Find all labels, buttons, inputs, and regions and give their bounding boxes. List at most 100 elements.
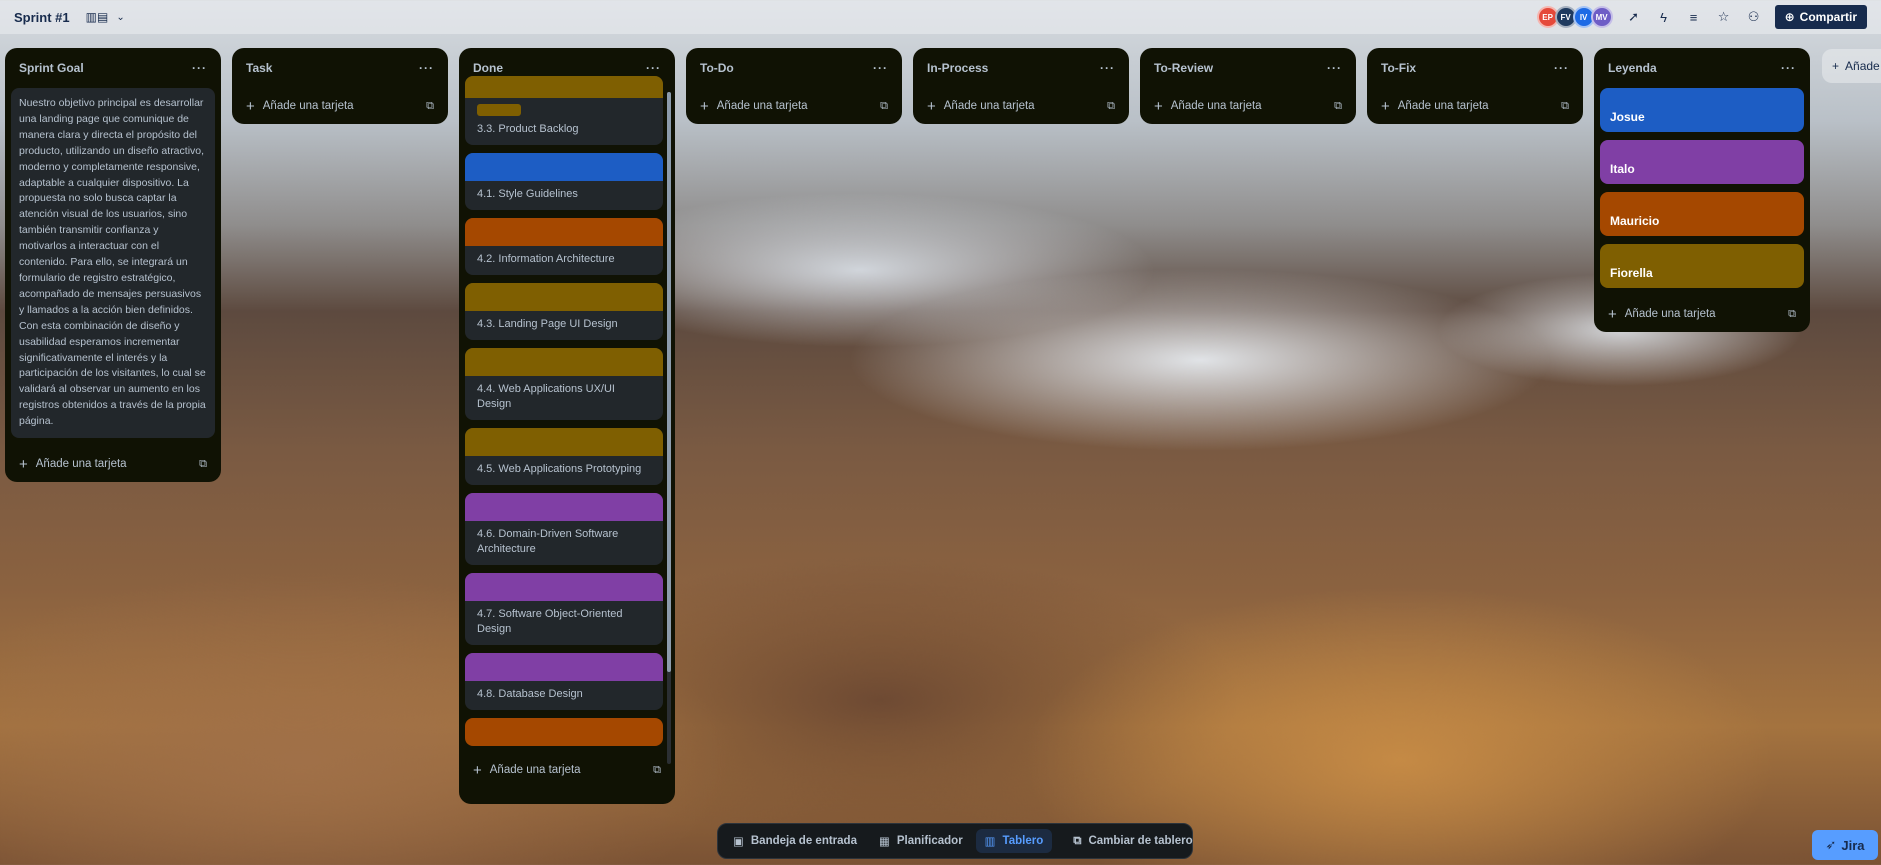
nav-label: Tablero xyxy=(1002,835,1044,847)
template-icon[interactable]: ⧉ xyxy=(1561,100,1569,113)
board-view-icon[interactable]: ▥▤ xyxy=(86,10,109,24)
rocket-icon[interactable]: ➚ xyxy=(1625,9,1643,25)
add-list-button[interactable]: + Añade xyxy=(1822,49,1881,83)
card-label[interactable] xyxy=(477,104,521,116)
list-leyenda: Leyenda ··· Josue Italo Mauricio Fiorell… xyxy=(1594,48,1810,332)
plus-icon: + xyxy=(1154,97,1163,115)
card-cover xyxy=(465,573,663,601)
more-icon[interactable]: ··· xyxy=(419,61,434,75)
add-card-button[interactable]: + Añade una tarjeta ⧉ xyxy=(11,446,215,482)
list-item[interactable]: 4.5. Web Applications Prototyping xyxy=(465,428,663,485)
nav-label: Planificador xyxy=(896,835,963,847)
more-icon[interactable]: ··· xyxy=(1781,61,1796,75)
card-title: 4.5. Web Applications Prototyping xyxy=(477,463,642,475)
calendar-icon: ▦ xyxy=(878,836,890,848)
filter-icon[interactable]: ≡ xyxy=(1685,10,1703,25)
more-icon[interactable]: ··· xyxy=(1100,61,1115,75)
legend-card-mauricio[interactable]: Mauricio xyxy=(1600,192,1804,236)
add-card-label: Añade una tarjeta xyxy=(489,764,581,776)
list-header[interactable]: To-Review ··· xyxy=(1146,48,1350,88)
list-title[interactable]: Done xyxy=(473,61,503,75)
list-item[interactable]: 3.3. Product Backlog xyxy=(465,76,663,145)
template-icon[interactable]: ⧉ xyxy=(1788,308,1796,321)
list-title[interactable]: To-Review xyxy=(1154,61,1213,75)
switch-board-icon: ⧉ xyxy=(1073,834,1082,847)
star-icon[interactable]: ☆ xyxy=(1715,9,1733,25)
list-title[interactable]: To-Fix xyxy=(1381,61,1416,75)
legend-card-fiorella[interactable]: Fiorella xyxy=(1600,244,1804,288)
template-icon[interactable]: ⧉ xyxy=(199,458,207,471)
template-icon[interactable]: ⧉ xyxy=(653,764,661,777)
visibility-icon[interactable]: ⚇ xyxy=(1745,9,1763,25)
card-cover xyxy=(465,76,663,98)
legend-card-italo[interactable]: Italo xyxy=(1600,140,1804,184)
card-title: 4.1. Style Guidelines xyxy=(477,188,578,200)
list-task: Task ··· + Añade una tarjeta ⧉ xyxy=(232,48,448,124)
template-icon[interactable]: ⧉ xyxy=(880,100,888,113)
card-title: 4.6. Domain-Driven Software Architecture xyxy=(477,528,619,555)
board-title[interactable]: Sprint #1 xyxy=(14,10,70,25)
nav-planner[interactable]: ▦ Planificador xyxy=(870,829,972,853)
legend-card-josue[interactable]: Josue xyxy=(1600,88,1804,132)
lightning-icon[interactable]: ϟ xyxy=(1655,10,1673,25)
list-scrollbar[interactable] xyxy=(667,92,671,764)
add-card-button[interactable]: + Añade una tarjeta ⧉ xyxy=(238,88,442,124)
more-icon[interactable]: ··· xyxy=(873,61,888,75)
share-button[interactable]: ⊕ Compartir xyxy=(1774,5,1867,29)
share-label: Compartir xyxy=(1799,10,1857,24)
add-card-label: Añade una tarjeta xyxy=(943,100,1035,112)
list-item[interactable]: 4.1. Style Guidelines xyxy=(465,153,663,210)
jira-button[interactable]: ➶ Jira xyxy=(1812,830,1878,860)
list-header[interactable]: To-Fix ··· xyxy=(1373,48,1577,88)
more-icon[interactable]: ··· xyxy=(1554,61,1569,75)
nav-inbox[interactable]: ▣ Bandeja de entrada xyxy=(724,829,866,853)
plus-icon: + xyxy=(700,97,709,115)
board-icon: ▥ xyxy=(984,836,996,848)
list-header[interactable]: Leyenda ··· xyxy=(1600,48,1804,88)
template-icon[interactable]: ⧉ xyxy=(426,100,434,113)
more-icon[interactable]: ··· xyxy=(646,61,661,75)
list-header[interactable]: In-Process ··· xyxy=(919,48,1123,88)
list-item[interactable]: 4.8. Database Design xyxy=(465,653,663,710)
list-item[interactable]: 4.2. Information Architecture xyxy=(465,218,663,275)
list-title[interactable]: To-Do xyxy=(700,61,734,75)
list-sprint-goal: Sprint Goal ··· Nuestro objetivo princip… xyxy=(5,48,221,483)
scrollbar-thumb[interactable] xyxy=(667,92,671,672)
add-card-button[interactable]: + Añade una tarjeta ⧉ xyxy=(465,752,669,788)
list-header[interactable]: To-Do ··· xyxy=(692,48,896,88)
jira-icon: ➶ xyxy=(1825,837,1837,852)
list-item[interactable]: 4.6. Domain-Driven Software Architecture xyxy=(465,493,663,565)
list-header[interactable]: Task ··· xyxy=(238,48,442,88)
header-actions: EP FV IV MV ➚ ϟ ≡ ☆ ⚇ ⊕ Compartir xyxy=(1536,5,1867,29)
add-card-button[interactable]: + Añade una tarjeta ⧉ xyxy=(919,88,1123,124)
plus-icon: + xyxy=(927,97,936,115)
chevron-down-icon[interactable]: ⌄ xyxy=(116,12,124,23)
list-title[interactable]: Task xyxy=(246,61,272,75)
list-header[interactable]: Sprint Goal ··· xyxy=(11,48,215,88)
template-icon[interactable]: ⧉ xyxy=(1107,100,1115,113)
list-title[interactable]: Leyenda xyxy=(1608,61,1657,75)
sprint-goal-card[interactable]: Nuestro objetivo principal es desarrolla… xyxy=(11,88,215,439)
more-icon[interactable]: ··· xyxy=(192,61,207,75)
add-person-icon: ⊕ xyxy=(1784,10,1795,24)
list-item[interactable]: 4.7. Software Object-Oriented Design xyxy=(465,573,663,645)
plus-icon: + xyxy=(1832,59,1840,73)
add-card-button[interactable]: + Añade una tarjeta ⧉ xyxy=(1373,88,1577,124)
add-card-button[interactable]: + Añade una tarjeta ⧉ xyxy=(1600,296,1804,332)
list-title[interactable]: In-Process xyxy=(927,61,988,75)
add-card-button[interactable]: + Añade una tarjeta ⧉ xyxy=(1146,88,1350,124)
nav-switch-board[interactable]: ⧉ Cambiar de tablero xyxy=(1064,830,1201,853)
add-card-label: Añade una tarjeta xyxy=(262,100,354,112)
avatar[interactable]: MV xyxy=(1590,6,1613,28)
list-item[interactable]: 4.4. Web Applications UX/UI Design xyxy=(465,348,663,420)
template-icon[interactable]: ⧉ xyxy=(1334,100,1342,113)
add-card-button[interactable]: + Añade una tarjeta ⧉ xyxy=(692,88,896,124)
more-icon[interactable]: ··· xyxy=(1327,61,1342,75)
add-card-label: Añade una tarjeta xyxy=(35,458,127,471)
list-item[interactable]: 4.3. Landing Page UI Design xyxy=(465,283,663,340)
nav-board[interactable]: ▥ Tablero xyxy=(975,829,1053,853)
bottom-navigation: ▣ Bandeja de entrada ▦ Planificador ▥ Ta… xyxy=(717,823,1193,859)
list-item[interactable] xyxy=(465,718,663,746)
list-title[interactable]: Sprint Goal xyxy=(19,61,84,75)
add-card-label: Añade una tarjeta xyxy=(1170,100,1262,112)
